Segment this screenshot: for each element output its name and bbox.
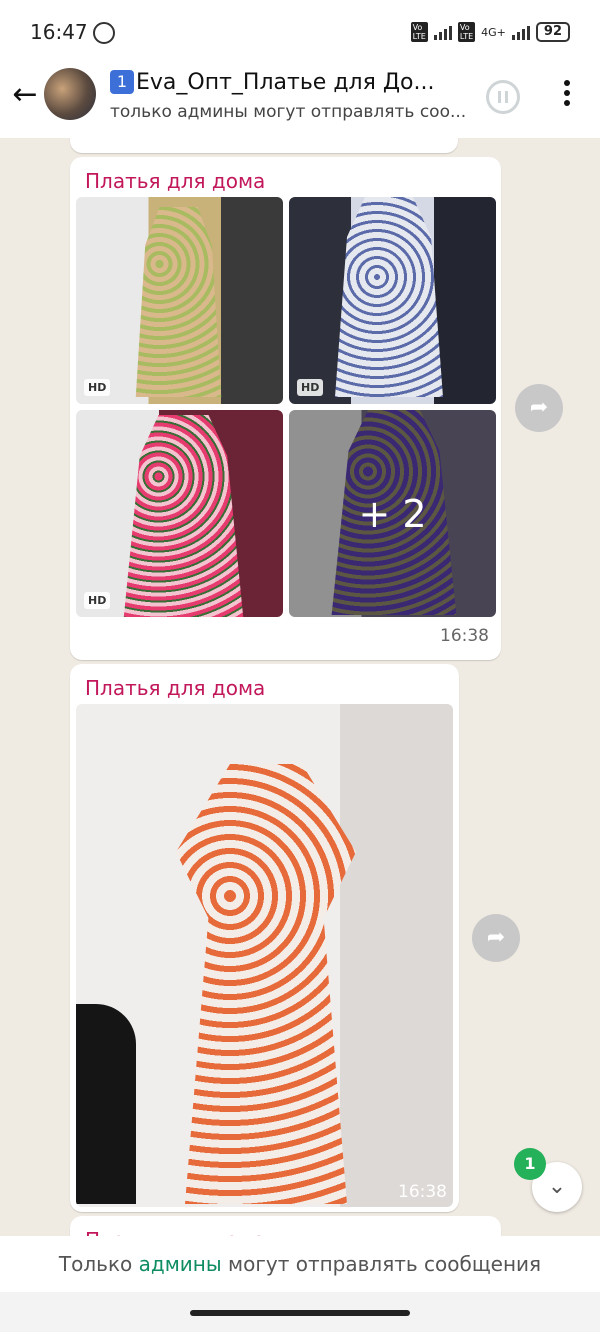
battery-icon: 92 [535,22,570,42]
message-time: 16:38 [440,626,489,646]
system-nav-bar [0,1292,600,1332]
status-bar: 16:47 Vo LTE Vo LTE 4G+ 92 [0,0,600,62]
sender-name[interactable]: Платья для дома [85,169,265,193]
hd-badge: HD [84,592,111,609]
forward-icon[interactable]: ➦ [515,384,563,432]
more-vertical-icon[interactable] [557,80,577,110]
unread-count-badge: 1 [514,1148,546,1180]
sender-name[interactable]: Платья для дома [85,676,265,700]
message-photo[interactable]: 16:38 [76,704,453,1207]
photo-dress [176,764,356,1204]
sender-name[interactable]: Платья для дома [85,1228,265,1236]
chat-subtitle: только админы могут отправлять соо... [110,102,467,122]
previous-message-bubble[interactable] [70,138,458,153]
network-type: 4G+ [481,25,506,39]
photo-message[interactable]: Платья для дома 16:38 [70,664,459,1212]
chat-title[interactable]: 1 Eva_Опт_Платье для До... [110,70,460,95]
notice-prefix: Только [58,1252,139,1276]
photo-chair [76,1004,136,1204]
whatsapp-notification-icon [93,22,115,44]
chat-number-badge: 1 [110,70,134,94]
home-gesture-bar[interactable] [190,1310,410,1316]
album-photo-2[interactable]: HD [289,197,496,404]
admins-link[interactable]: админы [139,1252,222,1276]
voice-chat-icon[interactable] [486,80,520,114]
signal-icon [433,24,452,40]
forward-icon[interactable]: ➦ [472,914,520,962]
signal-icon-2 [511,24,530,40]
status-indicators: Vo LTE Vo LTE 4G+ 92 [410,22,570,42]
next-message-bubble[interactable]: Платья для дома [70,1216,501,1236]
read-only-notice: Только админы могут отправлять сообщения [0,1236,600,1292]
album-photo-1[interactable]: HD [76,197,283,404]
hd-badge: HD [84,379,111,396]
volte-icon-2: Vo LTE [457,22,476,42]
hd-badge: HD [297,379,324,396]
notice-suffix: могут отправлять сообщения [221,1252,542,1276]
chat-area[interactable]: Платья для дома HD HD HD + 2 16:38 ➦ Пла… [0,138,600,1236]
album-photo-3[interactable]: HD [76,410,283,617]
album-more-count[interactable]: + 2 [289,410,496,617]
album-message[interactable]: Платья для дома HD HD HD + 2 16:38 [70,157,501,660]
message-time: 16:38 [398,1182,447,1202]
volte-icon: Vo LTE [410,22,428,42]
arrow-left-icon[interactable]: ← [8,78,42,112]
chat-header: ← 1 Eva_Опт_Платье для До... только админ… [0,62,600,138]
status-time: 16:47 [30,20,88,44]
avatar[interactable] [44,68,96,120]
chat-title-text: Eva_Опт_Платье для До... [136,70,435,95]
